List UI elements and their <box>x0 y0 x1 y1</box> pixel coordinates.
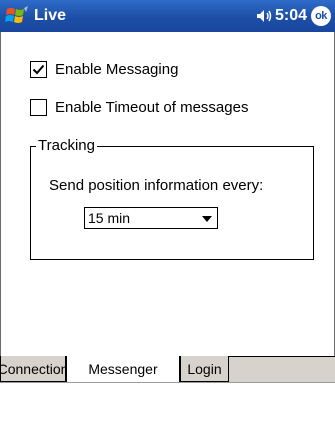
clock[interactable]: 5:04 <box>275 7 307 25</box>
enable-messaging-row[interactable]: Enable Messaging <box>30 61 178 78</box>
tracking-group: Tracking Send position information every… <box>30 137 314 260</box>
enable-timeout-checkbox[interactable] <box>30 99 47 116</box>
tracking-legend: Tracking <box>36 137 97 154</box>
tab-login[interactable]: Login <box>180 356 229 382</box>
tab-connection[interactable]: Connection <box>0 356 68 382</box>
tab-strip: Connection Messenger Login <box>0 356 335 383</box>
enable-messaging-checkbox[interactable] <box>30 61 47 78</box>
title-bar: Live 5:04 ok <box>0 0 335 32</box>
chevron-down-icon <box>202 216 212 222</box>
ok-button[interactable]: ok <box>311 6 331 26</box>
windows-start-icon[interactable] <box>4 4 30 28</box>
interval-dropdown[interactable]: 15 min <box>84 207 218 229</box>
interval-value: 15 min <box>88 210 131 226</box>
checkmark-icon <box>32 64 45 75</box>
app-title: Live <box>34 7 67 24</box>
enable-timeout-label: Enable Timeout of messages <box>55 99 249 116</box>
speaker-icon[interactable] <box>256 9 274 23</box>
enable-messaging-label: Enable Messaging <box>55 61 179 78</box>
command-bar <box>0 382 335 439</box>
enable-timeout-row[interactable]: Enable Timeout of messages <box>30 99 248 116</box>
tab-messenger[interactable]: Messenger <box>66 356 180 383</box>
send-position-label: Send position information every: <box>49 177 264 194</box>
